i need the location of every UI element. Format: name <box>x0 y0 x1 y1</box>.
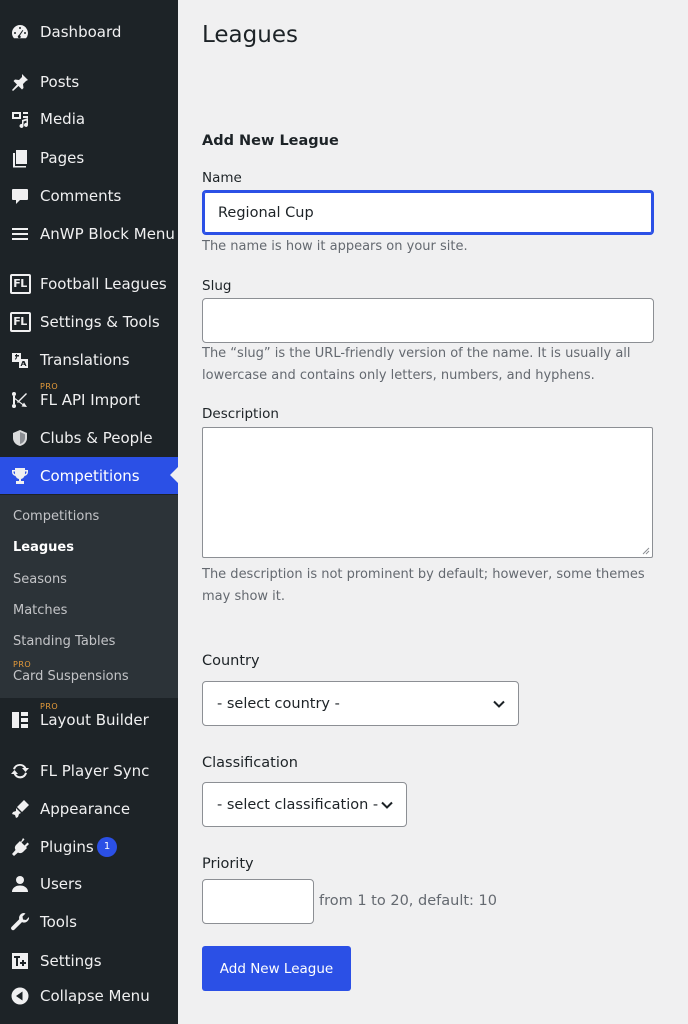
country-select[interactable]: - select country - <box>202 681 519 726</box>
comment-icon <box>9 185 31 207</box>
slug-input[interactable] <box>202 298 654 343</box>
sidebar-item-label: Pages <box>40 149 85 167</box>
pages-icon <box>9 147 31 169</box>
description-textarea[interactable] <box>202 427 653 558</box>
sidebar-item-label: Users <box>40 875 83 893</box>
plugin-icon <box>9 836 31 858</box>
sidebar-item-anwp-block-menu[interactable]: AnWP Block Menu <box>0 216 178 252</box>
update-count-badge: 1 <box>97 837 117 857</box>
sidebar-item-label: Competitions <box>40 466 140 485</box>
pro-tag: PRO <box>40 382 59 391</box>
sidebar-item-users[interactable]: Users <box>0 866 178 902</box>
classification-select[interactable]: - select classification - <box>202 782 407 827</box>
priority-label: Priority <box>202 856 254 872</box>
sidebar-item-competitions[interactable]: Competitions <box>0 457 178 494</box>
dashboard-icon <box>9 21 31 43</box>
name-input[interactable]: Regional Cup <box>202 190 654 235</box>
brush-icon <box>9 798 31 820</box>
slug-help-text: The “slug” is the URL-friendly version o… <box>202 346 631 383</box>
wrench-icon <box>9 911 31 933</box>
sidebar-item-label: Settings <box>40 952 102 970</box>
collapse-icon <box>9 985 31 1007</box>
submenu-item-matches[interactable]: Matches <box>13 603 67 618</box>
sidebar-item-label: FL Player Sync <box>40 762 150 780</box>
sidebar-item-label: Football Leagues <box>40 275 167 293</box>
submenu-item-competitions[interactable]: Competitions <box>13 509 99 524</box>
submenu-item-label: Card Suspensions <box>13 669 129 684</box>
fl-icon: FL <box>9 273 31 295</box>
pro-tag: PRO <box>13 660 32 669</box>
sidebar-item-appearance[interactable]: Appearance <box>0 791 178 827</box>
sidebar-item-layout-builder[interactable]: PRO Layout Builder <box>0 702 178 738</box>
sidebar-item-media[interactable]: Media <box>0 101 178 137</box>
sidebar-item-translations[interactable]: Translations <box>0 342 178 378</box>
translation-icon <box>9 349 31 371</box>
sidebar-item-label: FL API Import <box>40 391 141 409</box>
add-new-league-button[interactable]: Add New League <box>202 946 351 991</box>
sidebar-item-label: Translations <box>40 351 130 369</box>
api-import-icon <box>9 389 31 411</box>
main-content: Leagues Add New League Name Regional Cup… <box>178 0 688 1024</box>
sidebar-item-fl-player-sync[interactable]: FL Player Sync <box>0 753 178 789</box>
sidebar-item-football-leagues[interactable]: FL Football Leagues <box>0 266 178 302</box>
name-help-text: The name is how it appears on your site. <box>202 239 468 254</box>
layout-icon <box>9 709 31 731</box>
settings-icon <box>9 950 31 972</box>
name-input-value: Regional Cup <box>218 204 314 221</box>
chevron-down-icon <box>493 700 505 708</box>
sidebar-item-posts[interactable]: Posts <box>0 64 178 100</box>
description-help-text: The description is not prominent by defa… <box>202 567 645 604</box>
sidebar-item-label: Dashboard <box>40 23 122 41</box>
submenu-item-card-suspensions[interactable]: PRO Card Suspensions <box>13 660 129 684</box>
pro-tag: PRO <box>40 702 59 711</box>
priority-hint: from 1 to 20, default: 10 <box>319 893 497 909</box>
admin-sidebar: Dashboard Posts Media Pages Comments AnW… <box>0 0 178 1024</box>
sidebar-item-dashboard[interactable]: Dashboard <box>0 14 178 50</box>
country-label: Country <box>202 653 260 669</box>
collapse-menu-button[interactable]: Collapse Menu <box>0 978 178 1014</box>
shield-icon <box>9 427 31 449</box>
name-label: Name <box>202 170 242 186</box>
media-icon <box>9 108 31 130</box>
menu-icon <box>9 223 31 245</box>
priority-input[interactable] <box>202 879 314 924</box>
sidebar-item-clubs-people[interactable]: Clubs & People <box>0 420 178 456</box>
competitions-submenu: Competitions Leagues Seasons Matches Sta… <box>0 495 178 698</box>
submenu-item-seasons[interactable]: Seasons <box>13 572 67 587</box>
sidebar-item-label: Posts <box>40 73 80 91</box>
sidebar-item-label: Tools <box>40 913 77 931</box>
chevron-down-icon <box>381 801 393 809</box>
sidebar-item-label: Appearance <box>40 800 131 818</box>
sidebar-item-plugins[interactable]: Plugins 1 <box>0 829 178 865</box>
resize-grip-icon[interactable] <box>642 547 650 555</box>
trophy-icon <box>9 465 31 487</box>
sidebar-item-fl-api-import[interactable]: PRO FL API Import <box>0 382 178 418</box>
classification-select-value: - select classification - <box>217 796 379 813</box>
sidebar-item-settings-tools[interactable]: FL Settings & Tools <box>0 304 178 340</box>
sidebar-item-label: Collapse Menu <box>40 987 150 1005</box>
section-title: Add New League <box>202 133 339 149</box>
submenu-item-standing-tables[interactable]: Standing Tables <box>13 634 115 649</box>
page-title: Leagues <box>202 22 298 48</box>
sidebar-item-label: Layout Builder <box>40 711 149 729</box>
sidebar-item-label: Settings & Tools <box>40 313 160 331</box>
sidebar-item-label: Clubs & People <box>40 429 153 447</box>
fl-icon: FL <box>9 311 31 333</box>
sync-icon <box>9 760 31 782</box>
sidebar-item-label: Comments <box>40 187 122 205</box>
country-select-value: - select country - <box>217 695 340 712</box>
pin-icon <box>9 71 31 93</box>
classification-label: Classification <box>202 755 298 771</box>
sidebar-item-tools[interactable]: Tools <box>0 904 178 940</box>
description-label: Description <box>202 406 279 422</box>
sidebar-item-label: Media <box>40 110 86 128</box>
sidebar-item-comments[interactable]: Comments <box>0 178 178 214</box>
sidebar-item-label: AnWP Block Menu <box>40 225 175 243</box>
sidebar-item-pages[interactable]: Pages <box>0 140 178 176</box>
sidebar-item-label: Plugins <box>40 838 94 856</box>
user-icon <box>9 873 31 895</box>
submenu-item-leagues[interactable]: Leagues <box>13 540 74 555</box>
slug-label: Slug <box>202 278 232 294</box>
sidebar-item-settings[interactable]: Settings <box>0 943 178 979</box>
